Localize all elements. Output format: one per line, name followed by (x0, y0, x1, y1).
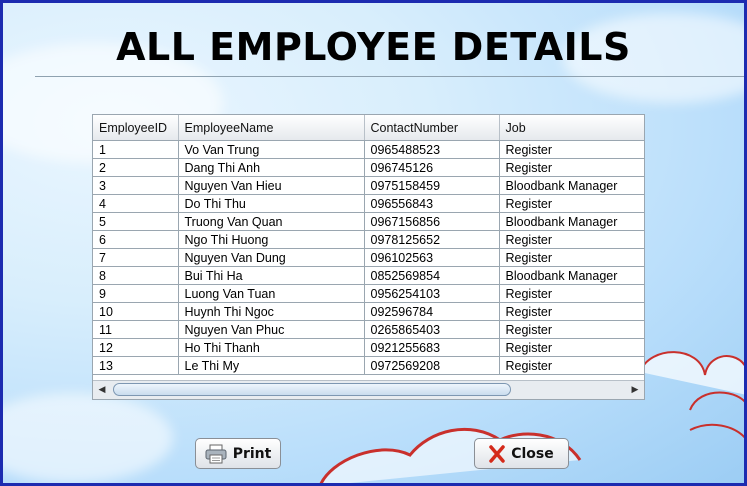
table-cell: Register (499, 302, 644, 321)
employee-table: EmployeeID EmployeeName ContactNumber Job 1… (93, 115, 644, 375)
column-header[interactable]: EmployeeID (93, 115, 179, 141)
table-cell: Do Thi Thu (178, 194, 365, 213)
table-cell: 2 (93, 158, 179, 177)
table-cell: 0975158459 (364, 176, 500, 195)
printer-icon (205, 444, 227, 463)
table-cell: 096556843 (364, 194, 500, 213)
table-cell: Luong Van Tuan (178, 284, 365, 303)
employee-table-panel[interactable]: EmployeeID EmployeeName ContactNumber Job 1… (92, 114, 645, 400)
table-cell: 096102563 (364, 248, 500, 267)
table-cell: 12 (93, 338, 179, 357)
scroll-right-arrow-icon[interactable]: ▶ (627, 381, 643, 399)
table-cell: 8 (93, 266, 179, 285)
close-button-label: Close (511, 445, 554, 462)
table-cell: Ho Thi Thanh (178, 338, 365, 357)
table-cell: 092596784 (364, 302, 500, 321)
table-row[interactable]: 1 Vo Van Trung 0965488523 Register (93, 140, 644, 159)
scrollbar-thumb[interactable] (113, 383, 511, 396)
table-cell: Register (499, 140, 644, 159)
table-row[interactable]: 4 Do Thi Thu 096556843 Register (93, 194, 644, 213)
table-cell: Bloodbank Manager (499, 176, 644, 195)
close-button[interactable]: Close (474, 438, 569, 469)
table-cell: Le Thi My (178, 356, 365, 375)
table-cell: 10 (93, 302, 179, 321)
table-cell: Nguyen Van Hieu (178, 176, 365, 195)
employee-details-window: ALL EMPLOYEE DETAILS EmployeeID EmployeeN… (0, 0, 747, 486)
table-cell: 11 (93, 320, 179, 339)
table-cell: Truong Van Quan (178, 212, 365, 231)
table-cell: Register (499, 194, 644, 213)
table-header-row: EmployeeID EmployeeName ContactNumber Job (93, 115, 644, 141)
title-divider (35, 76, 744, 77)
table-cell: 7 (93, 248, 179, 267)
table-cell: 4 (93, 194, 179, 213)
table-cell: 096745126 (364, 158, 500, 177)
page-title: ALL EMPLOYEE DETAILS (116, 25, 631, 69)
table-cell: 0956254103 (364, 284, 500, 303)
table-cell: 5 (93, 212, 179, 231)
table-cell: Register (499, 158, 644, 177)
table-cell: 13 (93, 356, 179, 375)
table-body: 1 Vo Van Trung 0965488523 Register 2 Dang Thi… (93, 140, 644, 375)
table-row[interactable]: 10 Huynh Thi Ngoc 092596784 Register (93, 302, 644, 321)
scroll-left-arrow-icon[interactable]: ◀ (94, 381, 110, 399)
column-header[interactable]: ContactNumber (364, 115, 500, 141)
table-cell: 0967156856 (364, 212, 500, 231)
table-cell: Huynh Thi Ngoc (178, 302, 365, 321)
table-cell: Nguyen Van Dung (178, 248, 365, 267)
horizontal-scrollbar[interactable]: ◀ ▶ (93, 380, 644, 399)
print-button[interactable]: Print (195, 438, 281, 469)
print-button-label: Print (232, 445, 272, 462)
table-cell: 6 (93, 230, 179, 249)
table-cell: Register (499, 320, 644, 339)
table-cell: Dang Thi Anh (178, 158, 365, 177)
table-cell: 0965488523 (364, 140, 500, 159)
table-cell: Nguyen Van Phuc (178, 320, 365, 339)
table-row[interactable]: 6 Ngo Thi Huong 0978125652 Register (93, 230, 644, 249)
table-row[interactable]: 5 Truong Van Quan 0967156856 Bloodbank Mana… (93, 212, 644, 231)
table-cell: 1 (93, 140, 179, 159)
table-cell: Vo Van Trung (178, 140, 365, 159)
table-cell: Register (499, 284, 644, 303)
table-cell: 0978125652 (364, 230, 500, 249)
table-cell: Register (499, 230, 644, 249)
table-row[interactable]: 13 Le Thi My 0972569208 Register (93, 356, 644, 375)
table-cell: Register (499, 356, 644, 375)
table-cell: 0972569208 (364, 356, 500, 375)
column-header[interactable]: EmployeeName (178, 115, 365, 141)
table-cell: Bui Thi Ha (178, 266, 365, 285)
table-row[interactable]: 8 Bui Thi Ha 0852569854 Bloodbank Manager (93, 266, 644, 285)
table-cell: 3 (93, 176, 179, 195)
table-row[interactable]: 11 Nguyen Van Phuc 0265865403 Register (93, 320, 644, 339)
table-row[interactable]: 2 Dang Thi Anh 096745126 Register (93, 158, 644, 177)
column-header[interactable]: Job (499, 115, 644, 141)
table-cell: Bloodbank Manager (499, 266, 644, 285)
table-cell: 9 (93, 284, 179, 303)
close-x-icon (489, 444, 505, 463)
table-cell: Ngo Thi Huong (178, 230, 365, 249)
table-cell: 0265865403 (364, 320, 500, 339)
table-cell: Bloodbank Manager (499, 212, 644, 231)
table-row[interactable]: 9 Luong Van Tuan 0956254103 Register (93, 284, 644, 303)
table-cell: Register (499, 248, 644, 267)
table-row[interactable]: 7 Nguyen Van Dung 096102563 Register (93, 248, 644, 267)
table-cell: 0921255683 (364, 338, 500, 357)
table-row[interactable]: 12 Ho Thi Thanh 0921255683 Register (93, 338, 644, 357)
table-cell: 0852569854 (364, 266, 500, 285)
table-cell: Register (499, 338, 644, 357)
table-row[interactable]: 3 Nguyen Van Hieu 0975158459 Bloodbank Mana… (93, 176, 644, 195)
